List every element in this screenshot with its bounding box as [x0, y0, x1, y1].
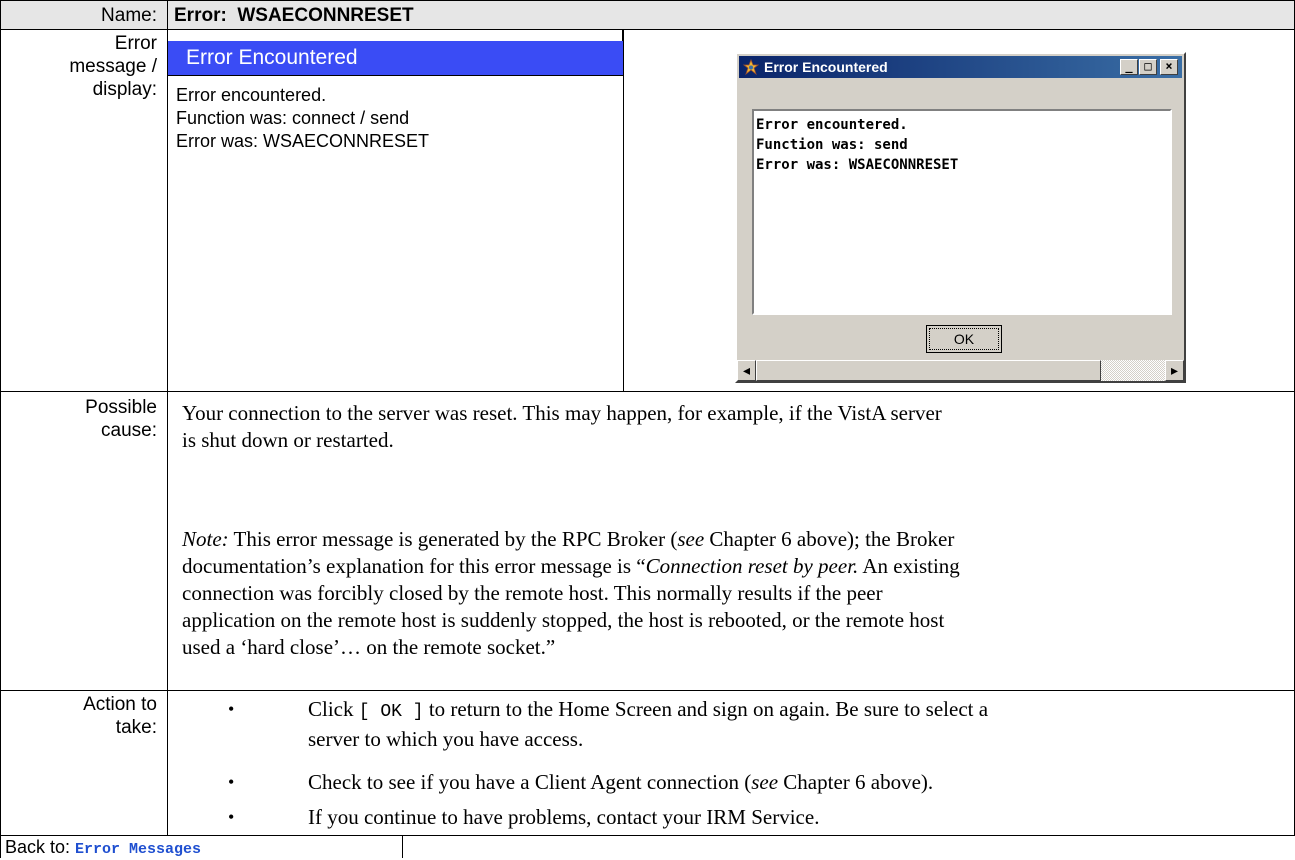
cause-paragraph: Your connection to the server was reset.…	[182, 401, 942, 452]
bullet-icon: •	[228, 772, 235, 792]
minimize-button[interactable]: _	[1120, 59, 1138, 75]
ok-button-label: OK	[929, 328, 999, 350]
dialog-line: Error was: WSAECONNRESET	[756, 157, 959, 173]
error-messages-link[interactable]: Error Messages	[75, 841, 201, 858]
back-to-label: Back to:	[5, 837, 76, 857]
divider	[0, 391, 1295, 392]
maximize-button[interactable]: □	[1139, 59, 1157, 75]
error-dialog-window: Error Encountered _ □ × Error encountere…	[735, 52, 1186, 383]
name-label: Name:	[101, 5, 157, 26]
bullet-icon: •	[228, 807, 235, 827]
scroll-left-button[interactable]: ◂	[737, 360, 756, 381]
dialog-line: Function was: send	[756, 137, 908, 153]
dialog-title: Error Encountered	[764, 59, 888, 75]
emulated-error-panel: Error Encountered Error encountered. Fun…	[168, 30, 623, 391]
dialog-line: Error encountered.	[756, 117, 908, 133]
scroll-right-button[interactable]: ▸	[1165, 360, 1184, 381]
error-message-label: Error message / display:	[69, 33, 157, 100]
cause-note: Note: This error message is generated by…	[182, 527, 960, 659]
dialog-message-area: Error encountered. Function was: send Er…	[752, 109, 1172, 315]
error-name: Error: WSAECONNRESET	[174, 5, 414, 26]
emulated-line: Function was: connect / send	[176, 108, 410, 128]
column-divider	[623, 29, 624, 391]
emulated-line: Error was: WSAECONNRESET	[176, 131, 430, 151]
bullet-icon: •	[228, 699, 235, 719]
action-item: • Check to see if you have a Client Agen…	[228, 770, 934, 794]
dialog-titlebar: Error Encountered _ □ ×	[739, 56, 1182, 78]
ok-button[interactable]: OK	[926, 325, 1002, 353]
action-item: • If you continue to have problems, cont…	[228, 805, 820, 829]
back-to-row: Back to: Error Messages	[5, 837, 201, 860]
possible-cause-label: Possible cause:	[85, 397, 157, 441]
action-item: • Click [ OK ] to return to the Home Scr…	[228, 697, 989, 751]
divider	[0, 835, 1295, 836]
action-label: Action to take:	[83, 694, 157, 738]
close-button[interactable]: ×	[1160, 59, 1178, 75]
divider	[0, 690, 1295, 691]
emulated-panel-body: Error encountered. Function was: connect…	[176, 84, 429, 153]
table-border-top	[0, 0, 1295, 1]
emulated-line: Error encountered.	[176, 85, 327, 105]
column-divider	[402, 835, 403, 858]
horizontal-scrollbar[interactable]: ◂ ▸	[737, 360, 1184, 381]
emulated-panel-title: Error Encountered	[168, 41, 623, 76]
app-icon	[742, 58, 760, 76]
scroll-thumb[interactable]	[756, 360, 1101, 381]
